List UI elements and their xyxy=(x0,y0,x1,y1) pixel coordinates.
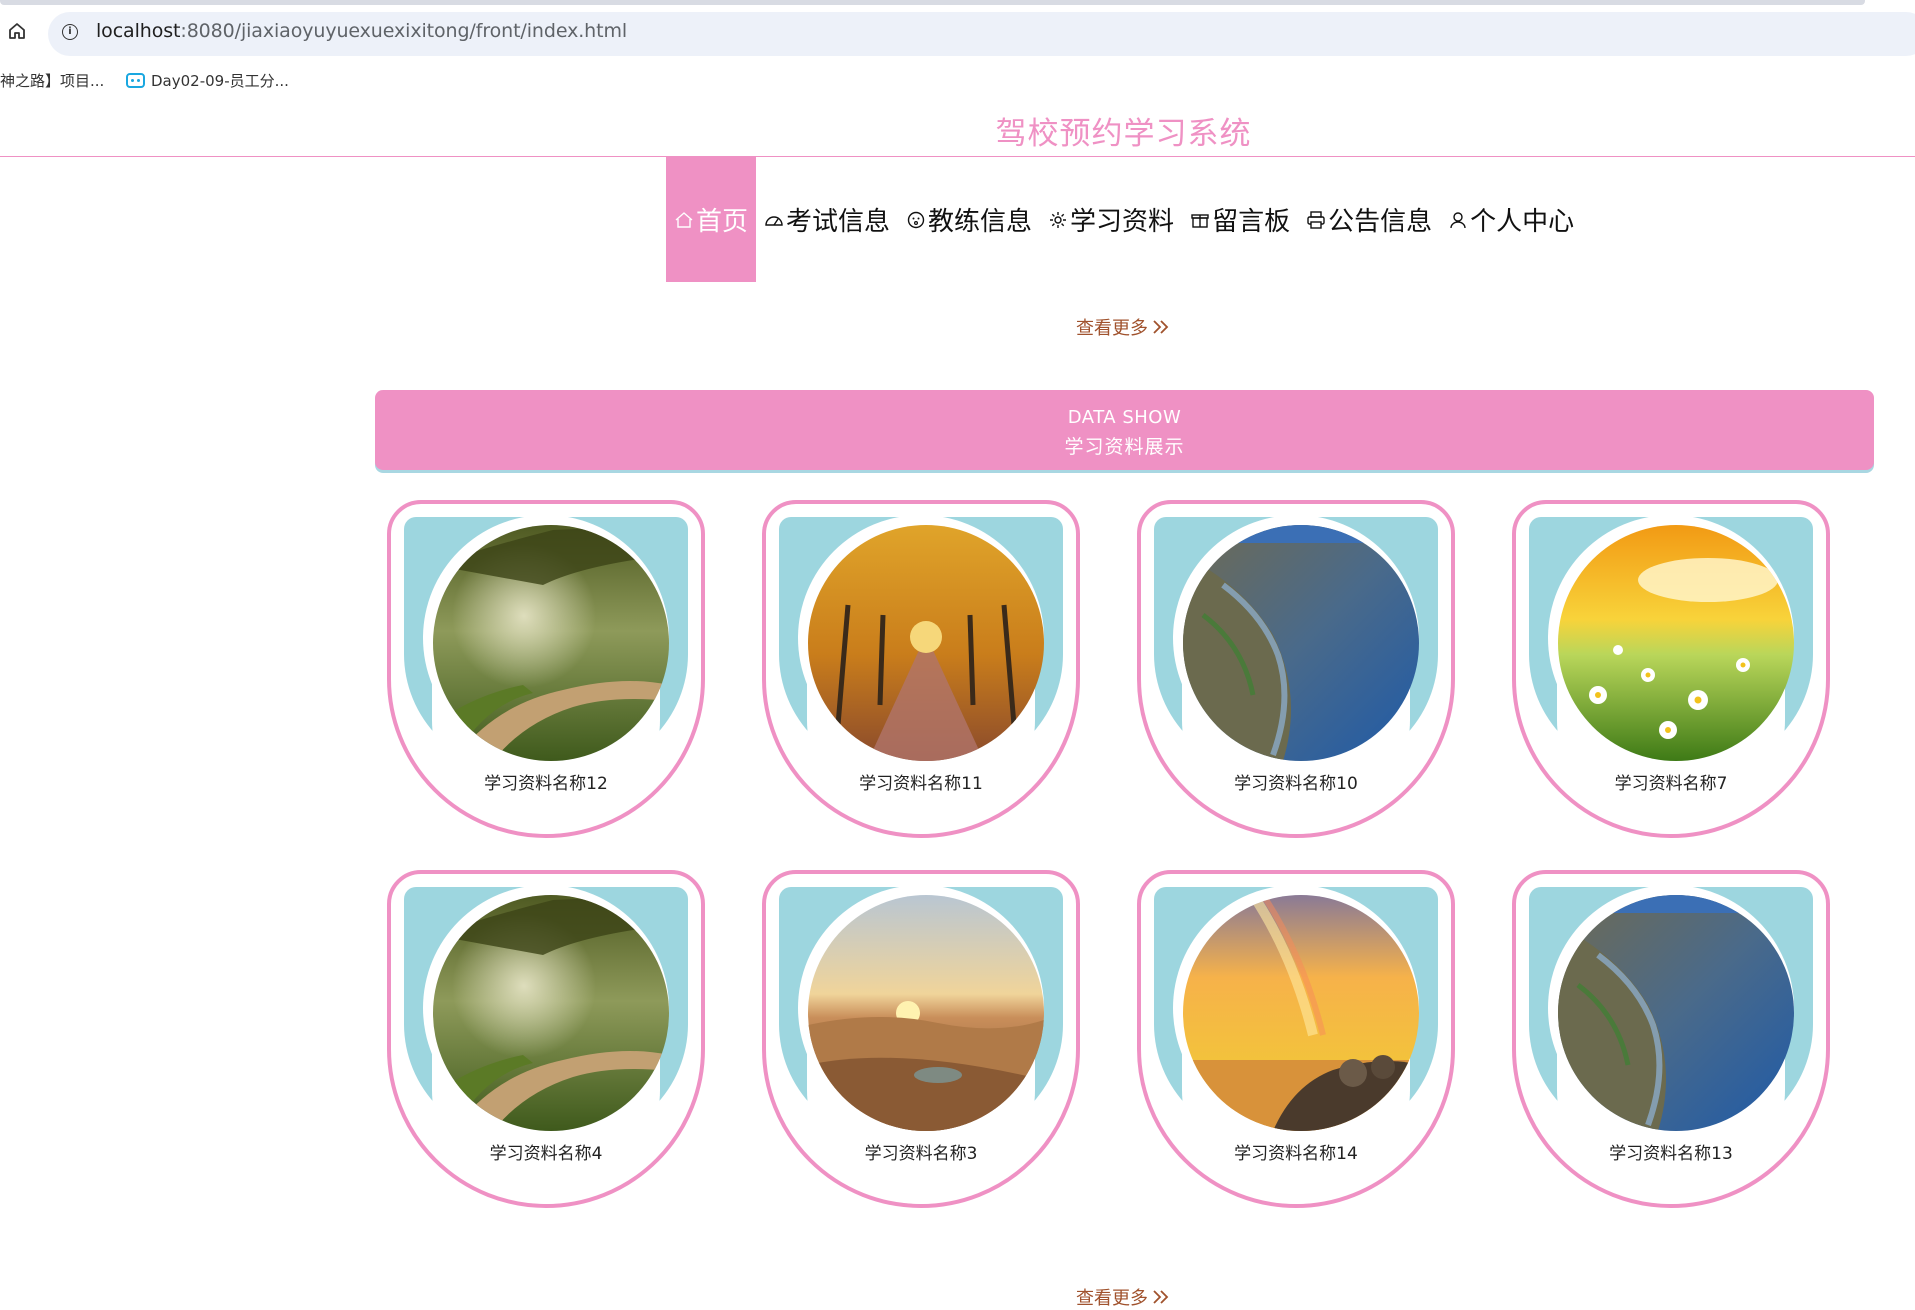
card-image-daisy-meadow[interactable] xyxy=(1558,525,1794,761)
gift-icon xyxy=(1191,213,1209,228)
bookmark-label: Day02-09-员工分... xyxy=(151,72,289,90)
material-card[interactable]: 学习资料名称14 xyxy=(1137,870,1455,1208)
card-image-rainbow-sea[interactable] xyxy=(1183,895,1419,1131)
nav-item-materials[interactable]: 学习资料 xyxy=(1040,157,1182,282)
view-more-label: 查看更多 xyxy=(1076,318,1148,339)
gear-icon xyxy=(1050,211,1067,228)
card-title: 学习资料名称3 xyxy=(864,1144,978,1164)
material-card[interactable]: 学习资料名称4 xyxy=(387,870,705,1208)
nav-label: 首页 xyxy=(696,207,749,237)
nav-item-exam[interactable]: 考试信息 xyxy=(756,157,898,282)
nav-label: 学习资料 xyxy=(1070,207,1175,237)
view-more-link[interactable]: 查看更多 xyxy=(1076,314,1170,340)
home-button[interactable] xyxy=(6,20,28,42)
card-title: 学习资料名称10 xyxy=(1234,774,1358,794)
double-chevron-right-icon xyxy=(1153,320,1169,334)
user-icon xyxy=(1450,211,1466,228)
material-card[interactable]: 学习资料名称3 xyxy=(762,870,1080,1208)
material-card[interactable]: 学习资料名称10 xyxy=(1137,500,1455,838)
site-info-icon[interactable]: i xyxy=(62,24,78,40)
gauge-icon xyxy=(765,215,783,226)
card-image-autumn-avenue[interactable] xyxy=(808,525,1044,761)
double-chevron-right-icon xyxy=(1153,1290,1169,1304)
nav-item-home[interactable]: 首页 xyxy=(666,157,757,282)
nav-item-coach[interactable]: 教练信息 xyxy=(898,157,1040,282)
material-card[interactable]: 学习资料名称13 xyxy=(1512,870,1830,1208)
card-title: 学习资料名称11 xyxy=(859,774,983,794)
bookmarks-bar: 神之路】项目... Day02-09-员工分... xyxy=(0,66,1915,96)
home-icon xyxy=(9,23,25,39)
card-image-desert-sunset[interactable] xyxy=(808,895,1044,1131)
url-text[interactable]: localhost:8080/jiaxiaoyuyuexuexixitong/f… xyxy=(96,20,627,42)
bookmark-item[interactable]: Day02-09-员工分... xyxy=(126,70,289,91)
card-title: 学习资料名称13 xyxy=(1609,1144,1733,1164)
main-nav: 首页 考试信息 教练信息 学习资料 留言板 公告信息 个人中心 xyxy=(666,157,1582,282)
view-more-link[interactable]: 查看更多 xyxy=(1076,1284,1170,1310)
nav-label: 教练信息 xyxy=(928,207,1033,237)
card-image-forest-path[interactable] xyxy=(433,895,669,1131)
card-title: 学习资料名称7 xyxy=(1614,774,1728,794)
nav-item-messages[interactable]: 留言板 xyxy=(1182,157,1298,282)
home-icon xyxy=(675,211,693,228)
nav-label: 留言板 xyxy=(1212,207,1291,237)
material-card[interactable]: 学习资料名称11 xyxy=(762,500,1080,838)
nav-item-profile[interactable]: 个人中心 xyxy=(1440,157,1582,282)
bookmark-item[interactable]: 神之路】项目... xyxy=(0,70,104,91)
section-title-en: DATA SHOW xyxy=(1067,407,1182,428)
nav-label: 公告信息 xyxy=(1328,207,1433,237)
printer-icon xyxy=(1307,210,1325,229)
url-host: localhost xyxy=(96,20,181,42)
card-title: 学习资料名称4 xyxy=(489,1144,603,1164)
nav-label: 考试信息 xyxy=(786,207,891,237)
view-more-label: 查看更多 xyxy=(1076,1288,1148,1309)
site-title: 驾校预约学习系统 xyxy=(995,116,1252,152)
card-image-tidal-shore[interactable] xyxy=(1183,525,1419,761)
nav-item-notices[interactable]: 公告信息 xyxy=(1298,157,1440,282)
material-card[interactable]: 学习资料名称7 xyxy=(1512,500,1830,838)
card-image-forest-path[interactable] xyxy=(433,525,669,761)
card-image-tidal-shore[interactable] xyxy=(1558,895,1794,1131)
tab-strip-edge xyxy=(0,0,1865,5)
face-icon xyxy=(907,211,925,228)
section-banner: DATA SHOW 学习资料展示 xyxy=(375,390,1874,470)
material-card[interactable]: 学习资料名称12 xyxy=(387,500,705,838)
bilibili-icon xyxy=(126,73,145,88)
card-title: 学习资料名称12 xyxy=(484,774,608,794)
bookmark-label: 神之路】项目... xyxy=(0,72,105,90)
section-title-cn: 学习资料展示 xyxy=(1064,436,1185,458)
nav-label: 个人中心 xyxy=(1470,207,1575,237)
url-path: :8080/jiaxiaoyuyuexuexixitong/front/inde… xyxy=(180,20,628,42)
card-title: 学习资料名称14 xyxy=(1234,1144,1358,1164)
